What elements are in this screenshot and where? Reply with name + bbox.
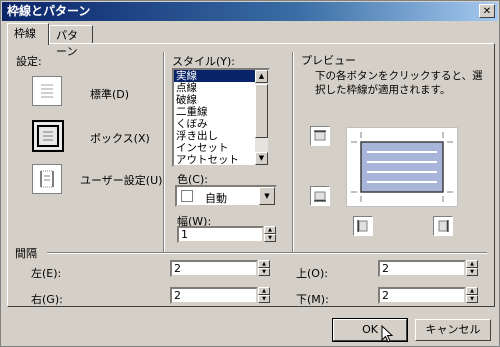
bottom-spacing-field[interactable]: 2 bbox=[378, 287, 466, 304]
border-left-icon bbox=[357, 220, 368, 232]
top-spacing-stepper[interactable]: ▲ ▼ bbox=[466, 260, 478, 277]
style-scrollbar[interactable]: ▲ ▼ bbox=[255, 70, 268, 165]
tab-borders-label: 枠線 bbox=[14, 27, 36, 40]
cancel-button[interactable]: キャンセル bbox=[415, 319, 491, 341]
left-spacing-label: 左(E): bbox=[31, 267, 62, 280]
stepper-up-icon[interactable]: ▲ bbox=[258, 260, 270, 268]
preset-standard-label: 標準(D) bbox=[90, 88, 130, 101]
border-bottom-icon bbox=[314, 191, 326, 202]
preset-custom-button[interactable] bbox=[32, 164, 62, 194]
scroll-down-icon[interactable]: ▼ bbox=[255, 152, 268, 165]
close-icon[interactable]: ✕ bbox=[479, 4, 495, 18]
ok-button-label: OK bbox=[362, 323, 378, 336]
preset-standard-button[interactable] bbox=[32, 76, 62, 106]
style-option[interactable]: 浮き出し bbox=[174, 130, 268, 142]
style-option[interactable]: 破線 bbox=[174, 94, 268, 106]
style-option[interactable]: 実線 bbox=[174, 70, 268, 82]
right-border-button[interactable] bbox=[433, 216, 453, 236]
preset-custom-label: ユーザー設定(U) bbox=[80, 174, 163, 187]
color-dropdown[interactable]: 自動 ▼ bbox=[175, 185, 277, 207]
width-stepper[interactable]: ▲ ▼ bbox=[264, 226, 276, 243]
preset-box-label: ボックス(X) bbox=[90, 132, 150, 145]
lines-icon bbox=[41, 84, 53, 98]
top-spacing-field[interactable]: 2 bbox=[378, 260, 466, 277]
style-option[interactable]: くぼみ bbox=[174, 118, 268, 130]
spacing-divider bbox=[47, 252, 487, 254]
stepper-down-icon[interactable]: ▼ bbox=[258, 268, 270, 276]
preview-label: プレビュー bbox=[301, 54, 356, 67]
style-option[interactable]: 二重線 bbox=[174, 106, 268, 118]
preview-instructions: 下の各ボタンをクリックすると、選択した枠線が適用されます。 bbox=[315, 70, 483, 96]
custom-border-icon bbox=[40, 170, 54, 188]
scroll-up-icon[interactable]: ▲ bbox=[255, 70, 268, 83]
stepper-up-icon[interactable]: ▲ bbox=[466, 287, 478, 295]
settings-label: 設定: bbox=[16, 55, 42, 68]
border-right-icon bbox=[438, 220, 449, 232]
bottom-spacing-label: 下(M): bbox=[296, 293, 329, 306]
stepper-down-icon[interactable]: ▼ bbox=[466, 295, 478, 303]
left-border-button[interactable] bbox=[353, 216, 373, 236]
preview-graphic bbox=[351, 132, 453, 202]
tab-borders[interactable]: 枠線 bbox=[7, 23, 49, 45]
stepper-down-icon[interactable]: ▼ bbox=[258, 295, 270, 303]
right-spacing-field[interactable]: 2 bbox=[170, 287, 258, 304]
chevron-down-icon[interactable]: ▼ bbox=[259, 187, 275, 205]
right-spacing-label: 右(G): bbox=[31, 293, 63, 306]
color-value: 自動 bbox=[205, 192, 227, 205]
style-option[interactable]: 点線 bbox=[174, 82, 268, 94]
style-listbox[interactable]: 実線 点線 破線 二重線 くぼみ 浮き出し インセット アウトセット ▲ ▼ bbox=[172, 68, 270, 167]
dialog-window: 枠線とパターン ✕ 枠線 パターン 設定: 標準(D) ボックス(X) ユーザー… bbox=[0, 0, 500, 347]
ok-button[interactable]: OK bbox=[332, 318, 408, 342]
style-option[interactable]: アウトセット bbox=[174, 154, 268, 165]
cancel-button-label: キャンセル bbox=[425, 323, 481, 336]
border-top-icon bbox=[314, 130, 326, 141]
left-spacing-stepper[interactable]: ▲ ▼ bbox=[258, 260, 270, 277]
width-field[interactable]: 1 bbox=[177, 226, 264, 243]
stepper-down-icon[interactable]: ▼ bbox=[466, 268, 478, 276]
style-option[interactable]: インセット bbox=[174, 142, 268, 154]
mouse-cursor-icon bbox=[381, 325, 394, 343]
stepper-up-icon[interactable]: ▲ bbox=[258, 287, 270, 295]
top-spacing-label: 上(O): bbox=[296, 267, 328, 280]
window-title: 枠線とパターン bbox=[7, 4, 91, 18]
stepper-up-icon[interactable]: ▲ bbox=[466, 260, 478, 268]
left-spacing-field[interactable]: 2 bbox=[170, 260, 258, 277]
stepper-up-icon[interactable]: ▲ bbox=[264, 226, 276, 234]
preview-area bbox=[346, 127, 458, 207]
tab-patterns[interactable]: パターン bbox=[49, 25, 93, 58]
scroll-thumb[interactable] bbox=[255, 84, 268, 138]
top-border-button[interactable] bbox=[310, 126, 330, 146]
preset-box-button[interactable] bbox=[32, 120, 64, 152]
stepper-down-icon[interactable]: ▼ bbox=[264, 234, 276, 242]
divider bbox=[292, 52, 294, 252]
box-border-icon bbox=[37, 125, 59, 147]
title-bar: 枠線とパターン ✕ bbox=[2, 2, 498, 21]
divider bbox=[163, 52, 165, 252]
style-label: スタイル(Y): bbox=[172, 55, 236, 68]
spacing-label: 間隔 bbox=[15, 247, 37, 260]
right-spacing-stepper[interactable]: ▲ ▼ bbox=[258, 287, 270, 304]
color-swatch bbox=[181, 190, 193, 202]
bottom-spacing-stepper[interactable]: ▲ ▼ bbox=[466, 287, 478, 304]
bottom-border-button[interactable] bbox=[310, 186, 330, 206]
